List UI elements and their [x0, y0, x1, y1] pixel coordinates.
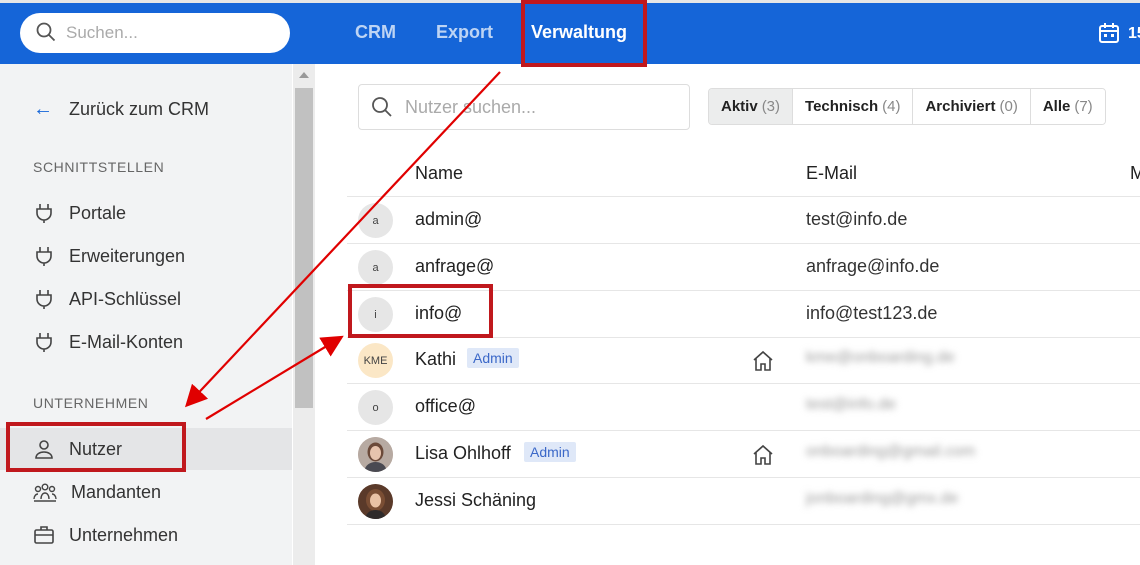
- plug-icon: [36, 247, 52, 266]
- avatar: o: [358, 390, 393, 425]
- status-filter-group: Aktiv (3) Technisch (4) Archiviert (0) Alle…: [708, 88, 1106, 125]
- user-photo-avatar: [358, 484, 393, 519]
- filter-label: Aktiv: [721, 98, 758, 115]
- sidebar-item-erweiterungen[interactable]: Erweiterungen: [33, 241, 283, 271]
- sidebar-item-unternehmen[interactable]: Unternehmen: [33, 520, 283, 550]
- user-email: anfrage@info.de: [806, 256, 940, 276]
- sidebar: ← Zurück zum CRM SCHNITTSTELLEN Portale …: [0, 64, 292, 565]
- user-name: office@: [415, 396, 476, 416]
- avatar: KME: [358, 343, 393, 378]
- sidebar-item-api-schluessel[interactable]: API-Schlüssel: [33, 284, 283, 314]
- section-heading-interfaces: SCHNITTSTELLEN: [33, 159, 165, 175]
- table-row[interactable]: a admin@ test@info.de: [347, 197, 1140, 244]
- search-icon: [36, 22, 56, 42]
- column-header-partial[interactable]: M: [1130, 163, 1140, 184]
- home-icon: [753, 444, 773, 465]
- tab-export[interactable]: Export: [436, 22, 493, 43]
- user-name: anfrage@: [415, 256, 495, 276]
- sidebar-item-label: Erweiterungen: [69, 245, 186, 266]
- user-name: Jessi Schäning: [415, 490, 537, 510]
- filter-count: (4): [882, 98, 901, 115]
- arrow-left-icon: ←: [33, 98, 53, 120]
- table-row[interactable]: Jessi Schäning jonboarding@gmx.de: [347, 478, 1140, 525]
- home-icon: [753, 350, 773, 371]
- user-email-blurred: jonboarding@gmx.de: [806, 490, 959, 507]
- user-email-blurred: test@info.de: [806, 396, 897, 413]
- highlight-box-info-user: [348, 284, 493, 338]
- scroll-up-arrow-icon[interactable]: [299, 72, 309, 78]
- plug-icon: [36, 204, 52, 223]
- user-search[interactable]: [358, 84, 690, 130]
- filter-technisch[interactable]: Technisch (4): [793, 89, 914, 124]
- sidebar-item-label: API-Schlüssel: [69, 288, 182, 309]
- admin-badge: Admin: [524, 442, 576, 462]
- table-row[interactable]: o office@ test@info.de: [347, 384, 1140, 431]
- user-name: Lisa Ohlhoff: [415, 443, 511, 463]
- column-header-email[interactable]: E-Mail: [806, 163, 857, 184]
- user-photo-avatar: [358, 437, 393, 472]
- plug-icon: [36, 290, 52, 309]
- filter-alle[interactable]: Alle (7): [1030, 89, 1105, 124]
- plug-icon: [36, 333, 52, 352]
- user-email-blurred: onboarding@gmail.com: [806, 443, 976, 460]
- users-group-icon: [33, 483, 57, 502]
- filter-count: (7): [1074, 98, 1093, 115]
- filter-label: Archiviert: [925, 98, 996, 115]
- back-to-crm-link[interactable]: ← Zurück zum CRM: [33, 98, 209, 121]
- sidebar-item-mandanten[interactable]: Mandanten: [33, 477, 283, 507]
- date-display: 15: [1128, 25, 1140, 42]
- search-icon: [372, 97, 392, 117]
- table-row[interactable]: Lisa Ohlhoff Admin onboarding@gmail.com: [347, 431, 1140, 478]
- briefcase-icon: [34, 526, 54, 544]
- sidebar-item-label: Mandanten: [71, 481, 162, 502]
- filter-aktiv[interactable]: Aktiv (3): [709, 89, 794, 124]
- section-heading-company: UNTERNEHMEN: [33, 395, 149, 411]
- user-search-input[interactable]: [405, 95, 675, 119]
- avatar: a: [358, 203, 393, 238]
- user-name: Kathi: [415, 349, 457, 369]
- sidebar-item-label: E-Mail-Konten: [69, 331, 184, 352]
- filter-archiviert[interactable]: Archiviert (0): [913, 89, 1031, 124]
- back-to-crm-label: Zurück zum CRM: [69, 99, 210, 119]
- sidebar-item-label: Unternehmen: [69, 524, 179, 545]
- filter-count: (3): [761, 98, 781, 115]
- highlight-box-nutzer: [6, 422, 186, 472]
- global-search-input[interactable]: [66, 21, 266, 45]
- user-email-blurred: kme@onboarding.de: [806, 349, 955, 366]
- table-row[interactable]: KME Kathi Admin kme@onboarding.de: [347, 337, 1140, 384]
- sidebar-item-label: Portale: [69, 202, 127, 223]
- user-name: admin@: [415, 209, 483, 229]
- highlight-box-verwaltung: [521, 0, 647, 67]
- scrollbar-thumb[interactable]: [295, 88, 313, 408]
- sidebar-scrollbar[interactable]: [293, 64, 315, 565]
- admin-badge: Admin: [467, 348, 519, 368]
- calendar-icon[interactable]: [1098, 22, 1120, 44]
- avatar: a: [358, 250, 393, 285]
- global-search[interactable]: [20, 13, 290, 53]
- sidebar-item-email-konten[interactable]: E-Mail-Konten: [33, 327, 283, 357]
- user-email: test@info.de: [806, 209, 908, 229]
- sidebar-item-portale[interactable]: Portale: [33, 198, 283, 228]
- user-email: info@test123.de: [806, 303, 938, 323]
- column-header-name[interactable]: Name: [415, 163, 463, 184]
- filter-count: (0): [999, 98, 1018, 115]
- filter-label: Technisch: [805, 98, 879, 115]
- tab-crm[interactable]: CRM: [355, 22, 396, 43]
- filter-label: Alle: [1042, 98, 1071, 115]
